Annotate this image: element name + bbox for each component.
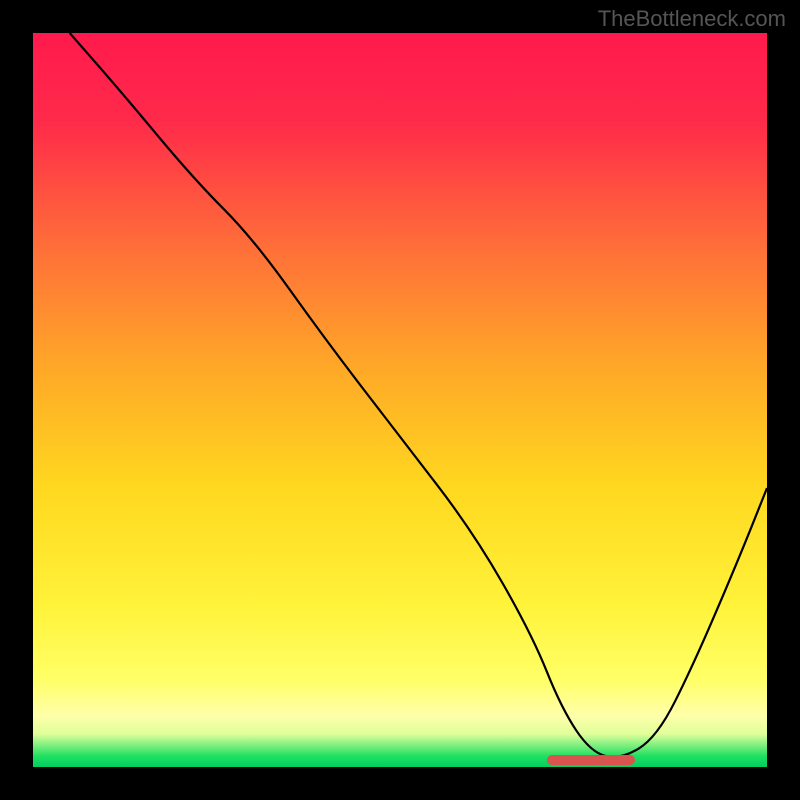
optimal-range-marker: [547, 755, 635, 765]
chart-curve: [33, 33, 767, 767]
watermark-text: TheBottleneck.com: [598, 6, 786, 32]
chart-plot-area: [33, 33, 767, 767]
